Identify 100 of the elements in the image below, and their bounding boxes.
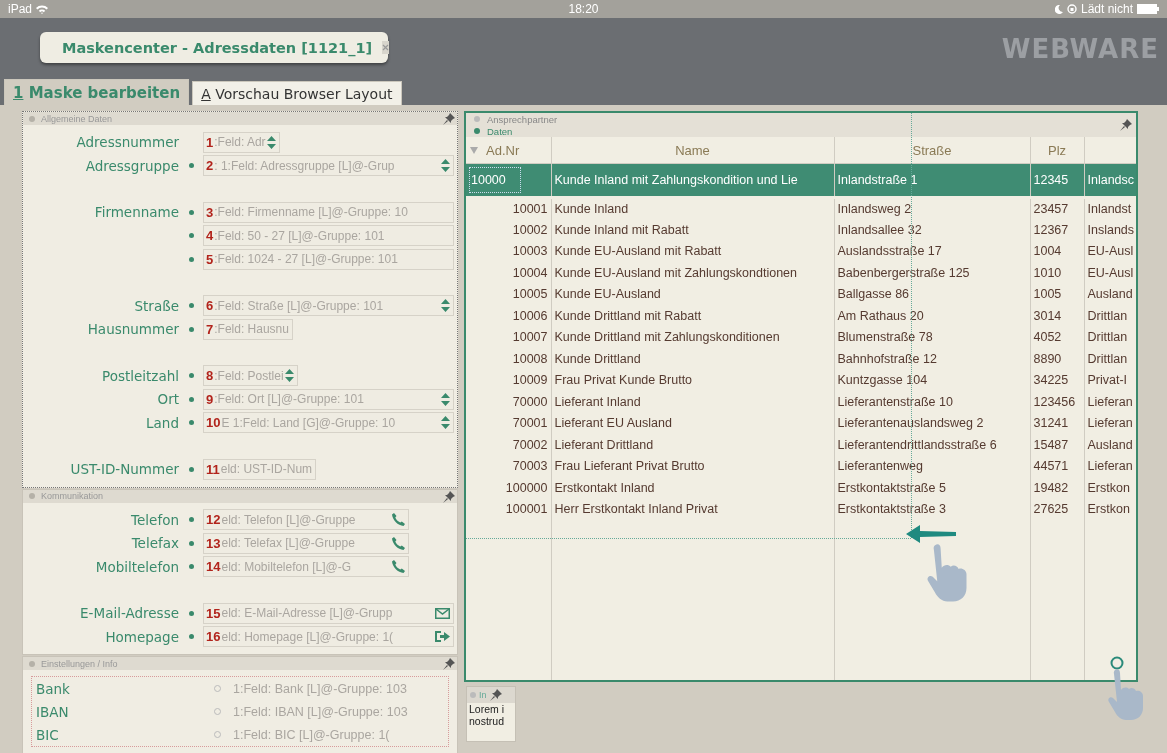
input-field[interactable]: 9:Feld: Ort [L]@-Gruppe: 101 xyxy=(203,388,454,410)
table-cell: 12367 xyxy=(1033,222,1069,237)
field-value: :Feld: Postlei xyxy=(214,368,284,383)
pin-icon[interactable] xyxy=(443,113,455,125)
close-button[interactable] xyxy=(382,41,390,54)
table-cell: Privat-I xyxy=(1087,373,1128,388)
table-row[interactable]: 10008 Kunde Drittland Bahnhofstraße 12 8890 Drittlan xyxy=(466,348,1136,370)
input-field[interactable]: 14eld: Mobiltelefon [L]@-G xyxy=(203,556,409,578)
spinner-icon[interactable] xyxy=(441,299,450,313)
table-cell: Kuntzgasse 104 xyxy=(837,373,928,388)
table-cell: Ballgasse 86 xyxy=(837,287,910,302)
table-cell: Bahnhofstraße 12 xyxy=(837,351,937,366)
column-title: Ad.Nr xyxy=(486,143,520,158)
input-field[interactable]: 4:Feld: 50 - 27 [L]@-Gruppe: 101 xyxy=(203,225,454,247)
spinner-icon[interactable] xyxy=(441,392,450,406)
field-number: 7 xyxy=(206,321,214,337)
table-cell: 15487 xyxy=(1033,437,1069,452)
phone-icon[interactable] xyxy=(392,536,405,550)
field-value: eld: UST-ID-Num xyxy=(220,462,313,477)
panel-title[interactable]: Daten xyxy=(487,125,513,137)
input-field[interactable]: 10E 1:Feld: Land [G]@-Gruppe: 10 xyxy=(203,412,454,434)
pin-icon[interactable] xyxy=(443,658,455,670)
field-value: eld: Telefax [L]@-Gruppe xyxy=(221,536,356,551)
phone-icon[interactable] xyxy=(392,560,405,574)
spinner-icon[interactable] xyxy=(284,369,294,383)
field-number: 2 xyxy=(206,158,214,174)
field-label: E-Mail-Adresse xyxy=(80,605,179,622)
field-value: :Feld: Straße [L]@-Gruppe: 101 xyxy=(214,298,385,313)
table-cell: 10003 xyxy=(512,244,548,259)
table-row[interactable]: 10004 Kunde EU-Ausland mit Zahlungskondtionen Babenbergerstraße 125 1010 EU-Ausl xyxy=(466,262,1136,284)
spinner-icon[interactable] xyxy=(266,135,276,149)
phone-icon[interactable] xyxy=(392,513,405,527)
mail-icon[interactable] xyxy=(435,607,450,619)
table-cell: Lieferan xyxy=(1087,459,1133,474)
table-cell: Drittlan xyxy=(1087,330,1128,345)
table-cell: Kunde Inland mit Zahlungskondition und Lie xyxy=(554,173,798,187)
table-cell: Inlandsweg 2 xyxy=(837,202,912,216)
table-cell: 10009 xyxy=(512,373,548,388)
input-field[interactable]: 1:Feld: Adr xyxy=(203,131,280,153)
field-label: Straße xyxy=(134,297,179,314)
charging-status: Lädt nicht xyxy=(1080,2,1133,16)
table-row[interactable]: 70001 Lieferant EU Ausland Lieferantenauslandsweg 2 31241 Lieferan xyxy=(466,412,1136,434)
table-cell: 70000 xyxy=(512,394,548,409)
table-cell: Erstkontaktstraße 5 xyxy=(837,480,946,495)
spinner-icon[interactable] xyxy=(441,159,450,173)
field-number: 8 xyxy=(206,368,214,384)
spinner-icon[interactable] xyxy=(441,416,450,430)
input-field[interactable]: 11eld: UST-ID-Num xyxy=(203,458,317,480)
table-row[interactable]: 70002 Lieferant Drittland Lieferantendrittlandsstraße 6 15487 Ausland xyxy=(466,434,1136,456)
tab[interactable]: A Vorschau Browser Layout xyxy=(192,81,402,105)
input-field[interactable]: 5:Feld: 1024 - 27 [L]@-Gruppe: 101 xyxy=(203,248,454,270)
table-row[interactable]: 10009 Frau Privat Kunde Brutto Kuntzgasse 104 34225 Privat-I xyxy=(466,369,1136,391)
table-cell: Blumenstraße 78 xyxy=(837,330,933,345)
field-number: 10 xyxy=(206,415,221,431)
column-header[interactable]: Straße xyxy=(834,137,1030,164)
table-cell: Erstkon xyxy=(1087,480,1130,495)
table-cell: 23457 xyxy=(1033,202,1069,216)
input-field[interactable]: 2: 1:Feld: Adressgruppe [L]@-Grup xyxy=(203,155,454,177)
table-row[interactable]: 100000 Erstkontakt Inland Erstkontaktstraße 5 19482 Erstkon xyxy=(466,477,1136,499)
table-row[interactable]: 100001 Herr Erstkontakt Inland Privat Erstkontaktstraße 3 27625 Erstkon xyxy=(466,498,1136,520)
input-field[interactable]: 3:Feld: Firmenname [L]@-Gruppe: 10 xyxy=(203,201,454,223)
input-field[interactable]: 6:Feld: Straße [L]@-Gruppe: 101 xyxy=(203,295,454,317)
input-field[interactable]: 7:Feld: Hausnu xyxy=(203,318,293,340)
status-dot xyxy=(29,660,35,667)
pin-icon[interactable] xyxy=(1120,119,1132,131)
table-row[interactable]: 10005 Kunde EU-Ausland Ballgasse 86 1005 Ausland xyxy=(466,283,1136,305)
exit-arrow-icon[interactable] xyxy=(435,630,450,644)
field-label: UST-ID-Nummer xyxy=(70,461,179,478)
table-cell: Frau Privat Kunde Brutto xyxy=(554,373,693,388)
column-header[interactable]: Plz xyxy=(1030,137,1084,164)
column-header[interactable]: Ad.Nr xyxy=(466,137,551,164)
input-field[interactable]: 16eld: Homepage [L]@-Gruppe: 1( xyxy=(203,626,454,648)
table-cell: 10006 xyxy=(512,308,548,323)
rotation-lock-icon xyxy=(1066,4,1077,14)
table-cell: 19482 xyxy=(1033,480,1069,495)
input-field[interactable]: 8:Feld: Postlei xyxy=(203,365,298,387)
battery-icon xyxy=(1137,4,1159,14)
setting-label: BIC xyxy=(35,726,60,743)
pin-icon[interactable] xyxy=(489,689,502,701)
field-value: : 1:Feld: Adressgruppe [L]@-Grup xyxy=(214,158,396,173)
circle-icon xyxy=(1110,656,1124,670)
sort-icon[interactable] xyxy=(470,147,478,154)
table-cell: 12345 xyxy=(1033,173,1069,187)
table-row[interactable]: 10007 Kunde Drittland mit Zahlungskonditionen Blumenstraße 78 4052 Drittlan xyxy=(466,326,1136,348)
panel-title[interactable]: Ansprechpartner xyxy=(487,113,558,125)
table-row[interactable]: 70000 Lieferant Inland Lieferantenstraße 10 123456 Lieferan xyxy=(466,391,1136,413)
input-field[interactable]: 13eld: Telefax [L]@-Gruppe xyxy=(203,532,409,554)
table-cell: Auslandsstraße 17 xyxy=(837,244,942,259)
table-row[interactable]: 10006 Kunde Drittland mit Rabatt Am Rathaus 20 3014 Drittlan xyxy=(466,305,1136,327)
table-cell: 10001 xyxy=(512,202,548,216)
table-row[interactable]: 10001 Kunde Inland Inlandsweg 2 23457 Inlandst xyxy=(466,197,1136,219)
column-header[interactable]: Name xyxy=(551,137,834,164)
setting-label: IBAN xyxy=(35,703,70,720)
input-field[interactable]: 15eld: E-Mail-Adresse [L]@-Grupp xyxy=(203,602,454,624)
input-field[interactable]: 12eld: Telefon [L]@-Gruppe xyxy=(203,509,409,531)
table-row[interactable]: 10003 Kunde EU-Ausland mit Rabatt Auslandsstraße 17 1004 EU-Ausl xyxy=(466,240,1136,262)
table-row[interactable]: 70003 Frau Lieferant Privat Brutto Lieferantenweg 44571 Lieferan xyxy=(466,455,1136,477)
pin-icon[interactable] xyxy=(443,490,455,503)
text-line: Lorem i xyxy=(468,703,505,715)
moon-icon xyxy=(1054,4,1063,14)
